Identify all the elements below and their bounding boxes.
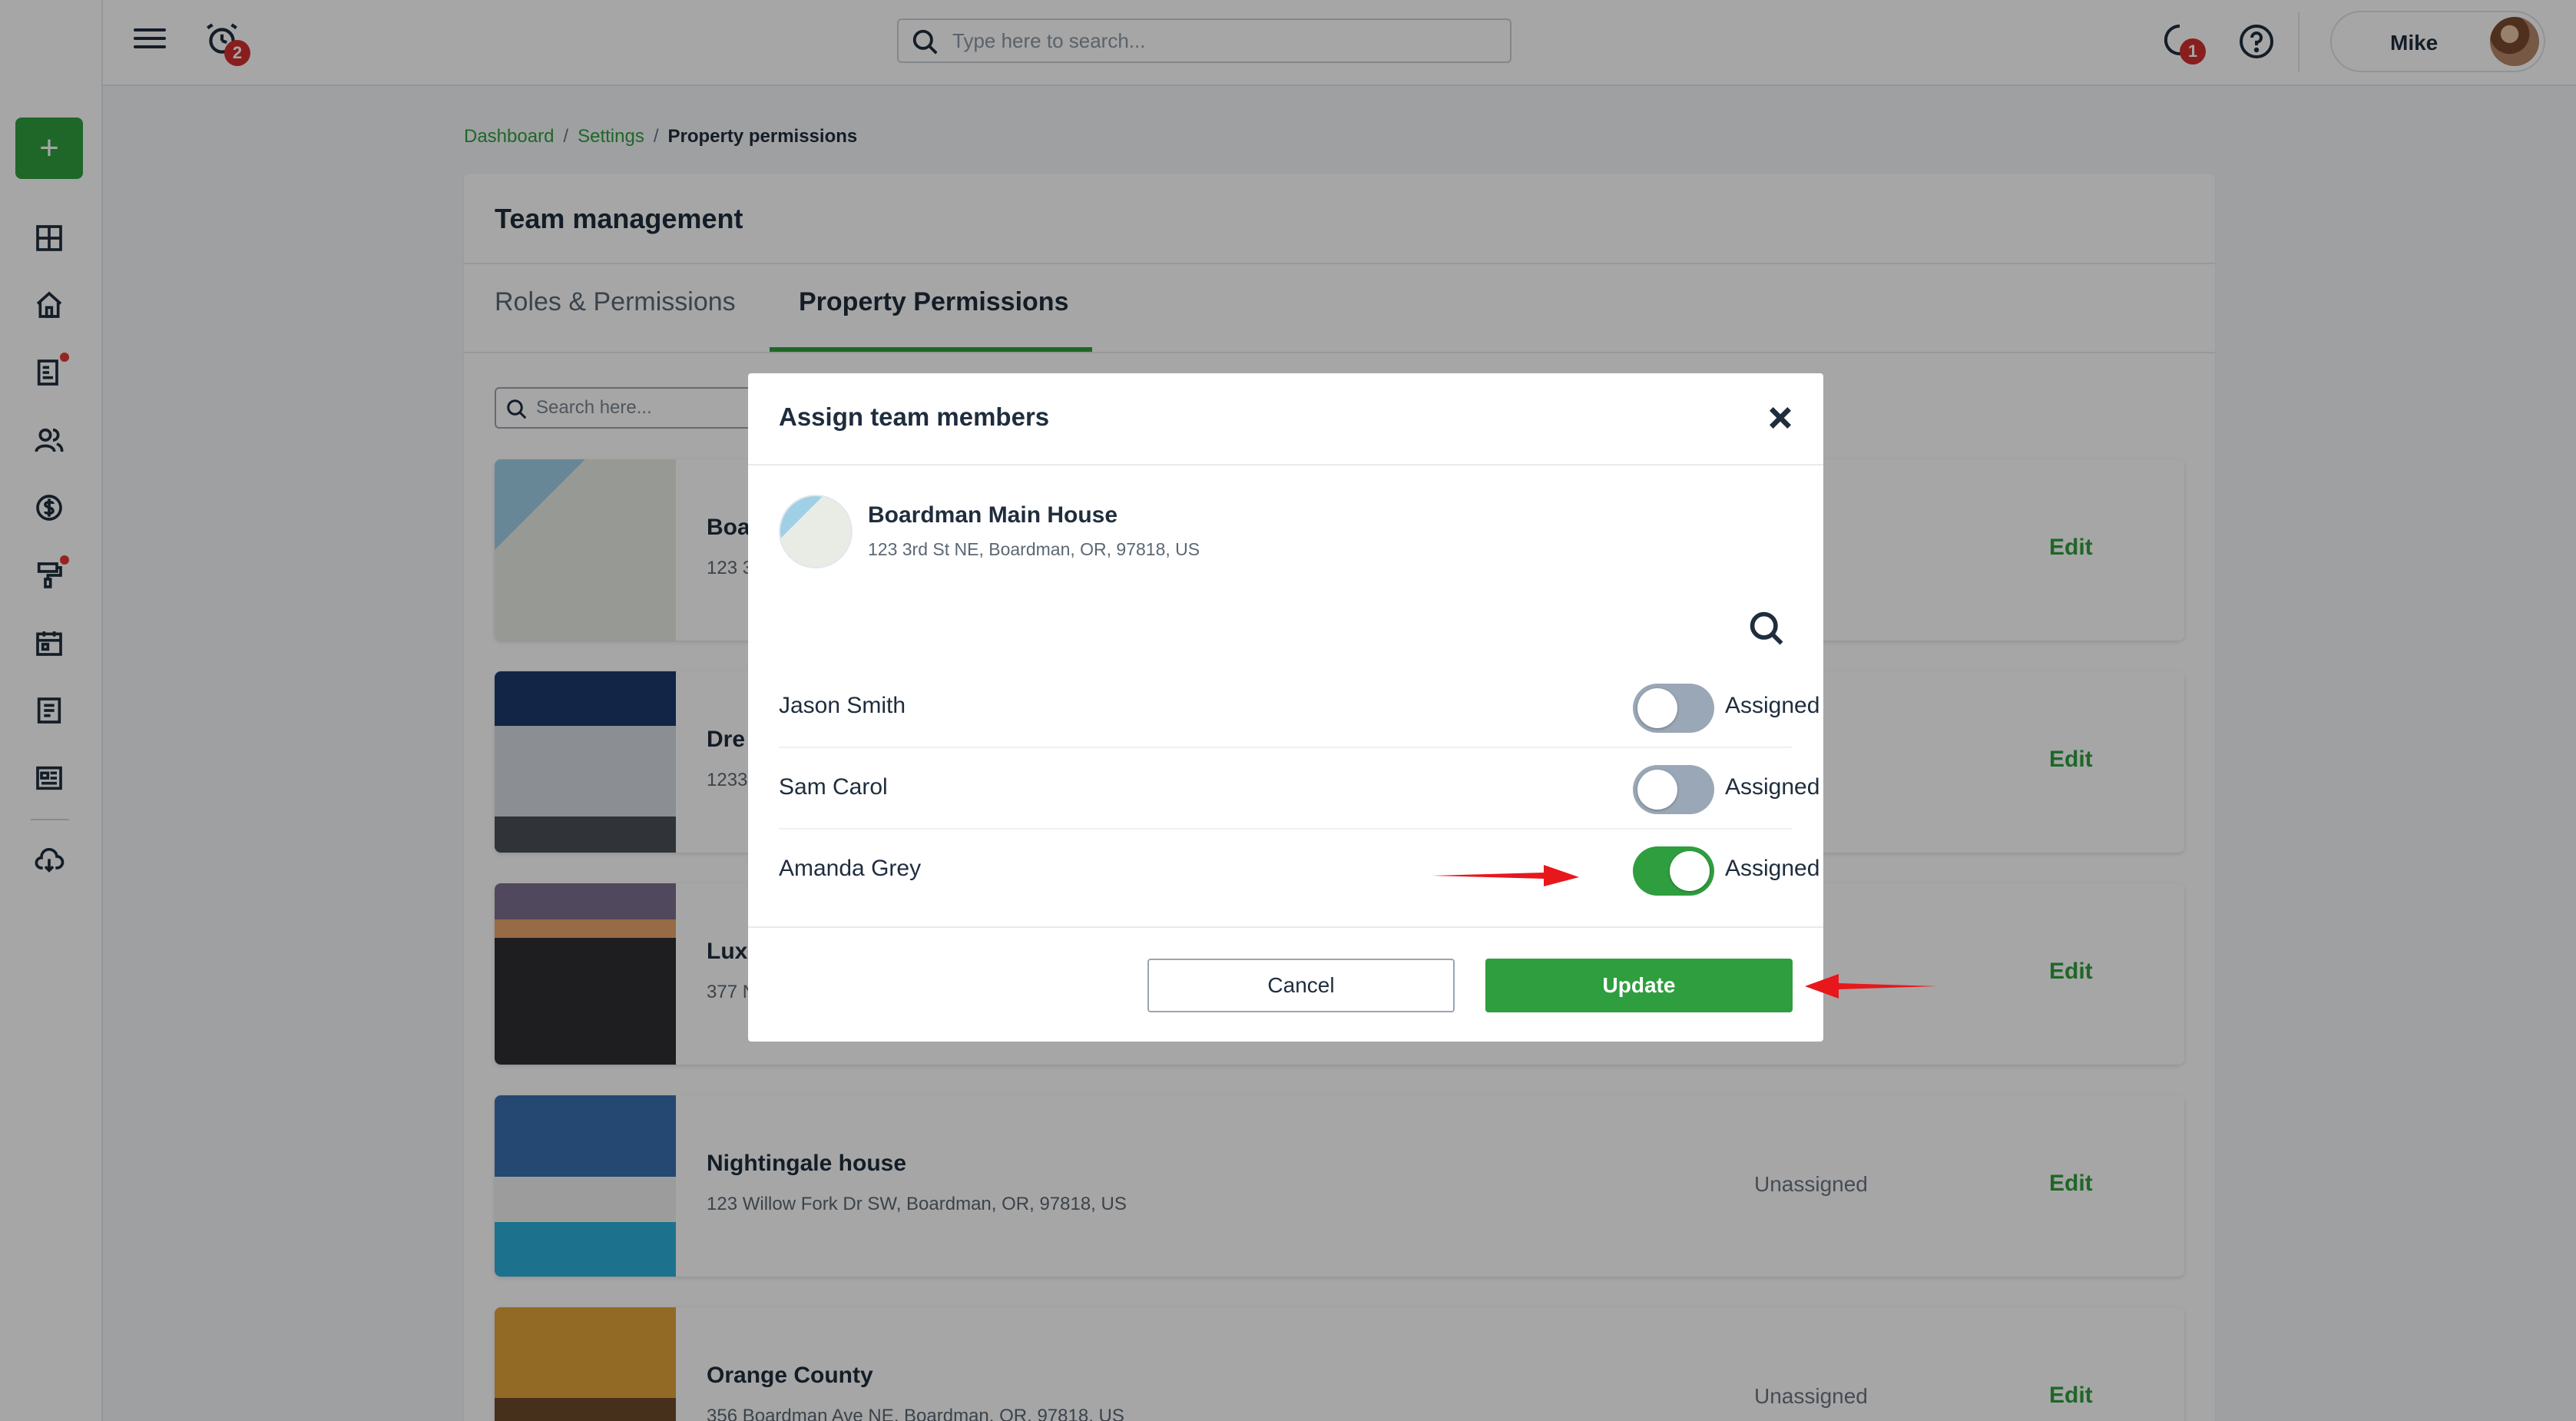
close-icon[interactable] xyxy=(1765,402,1796,433)
annotation-arrow-left-icon xyxy=(1805,974,1937,999)
property-thumbnail xyxy=(779,495,853,568)
member-row-jason-smith: Jason Smith Assigned xyxy=(779,667,1819,748)
toggle-label: Assigned xyxy=(1725,774,1820,800)
toggle-label: Assigned xyxy=(1725,693,1820,718)
dialog-title: Assign team members xyxy=(779,402,1050,431)
assign-toggle[interactable] xyxy=(1633,846,1714,896)
divider xyxy=(748,464,1823,465)
member-name: Amanda Grey xyxy=(779,856,922,881)
member-row-sam-carol: Sam Carol Assigned xyxy=(779,748,1819,830)
annotation-arrow-right-icon xyxy=(1432,865,1579,886)
dialog-property-name: Boardman Main House xyxy=(868,502,1118,528)
assign-team-members-dialog: Assign team members Boardman Main House … xyxy=(748,373,1823,1042)
update-button[interactable]: Update xyxy=(1485,959,1793,1012)
cancel-button[interactable]: Cancel xyxy=(1147,959,1455,1012)
member-name: Sam Carol xyxy=(779,774,888,800)
member-name: Jason Smith xyxy=(779,693,906,718)
member-row-amanda-grey: Amanda Grey Assigned xyxy=(779,830,1819,911)
assign-toggle[interactable] xyxy=(1633,765,1714,814)
dialog-property-address: 123 3rd St NE, Boardman, OR, 97818, US xyxy=(868,539,1200,559)
divider xyxy=(748,926,1823,928)
search-icon[interactable] xyxy=(1747,608,1786,648)
toggle-label: Assigned xyxy=(1725,856,1820,881)
assign-toggle[interactable] xyxy=(1633,684,1714,733)
